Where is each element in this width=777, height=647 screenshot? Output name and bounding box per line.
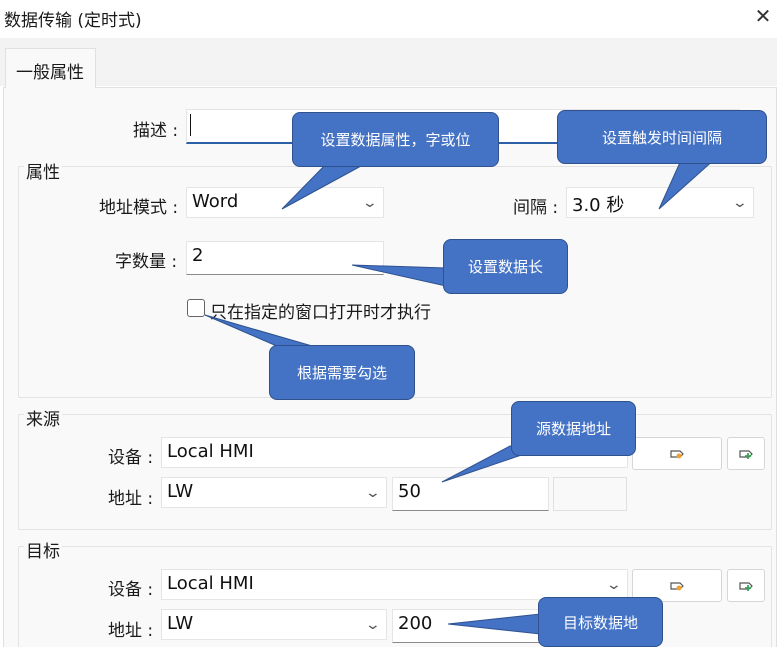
callout-target-address: 目标数据地 <box>538 597 663 647</box>
callout-source-address: 源数据地址 <box>511 401 636 456</box>
callout-pointer-data-length <box>351 264 447 287</box>
callout-set-data-attribute: 设置数据属性，字或位 <box>292 112 499 167</box>
callout-pointers <box>204 157 718 635</box>
callout-set-trigger-interval: 设置触发时间间隔 <box>557 110 767 164</box>
callout-check-as-needed: 根据需要勾选 <box>269 345 415 400</box>
callout-set-data-length: 设置数据长 <box>443 239 568 294</box>
callout-pointer-target-address <box>447 613 541 635</box>
callout-pointer-data-attr <box>281 159 373 210</box>
callout-pointer-trigger-interval <box>658 157 718 210</box>
